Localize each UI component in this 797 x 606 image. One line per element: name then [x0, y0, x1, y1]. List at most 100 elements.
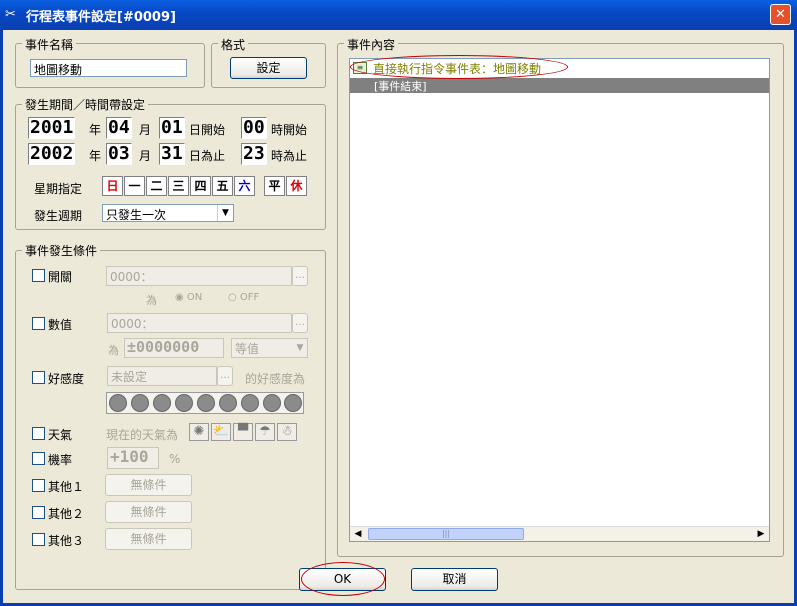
- other2-checkbox[interactable]: [32, 506, 45, 519]
- probability-checkbox[interactable]: [32, 452, 45, 465]
- variable-op-select[interactable]: 等值 ▼: [231, 338, 308, 358]
- favor-label: 好感度: [48, 372, 85, 386]
- unit-end-day: 日為止: [189, 149, 226, 163]
- other3-label: 其他３: [48, 534, 85, 548]
- favor-suffix: 的好感度為: [245, 372, 306, 386]
- switch-checkbox[interactable]: [32, 269, 45, 282]
- sunny-icon[interactable]: ✺: [189, 423, 209, 441]
- favor-level-1[interactable]: [109, 394, 127, 412]
- switch-browse-button[interactable]: …: [292, 266, 308, 286]
- event-name-input[interactable]: 地圖移動: [30, 59, 187, 77]
- conditions-label: 事件發生條件: [22, 242, 101, 259]
- switch-label: 開關: [48, 270, 73, 284]
- cycle-select[interactable]: 只發生一次 ▼: [102, 204, 234, 222]
- variable-input[interactable]: 0000：: [107, 313, 292, 333]
- unit-month: 月: [139, 123, 152, 137]
- unit-start-hour: 時開始: [271, 123, 308, 137]
- end-year[interactable]: 2002: [28, 143, 76, 165]
- switch-on-label: ON: [186, 292, 203, 303]
- app-icon: ✂: [5, 7, 16, 22]
- rain-icon[interactable]: ☂: [255, 423, 275, 441]
- format-settings-button[interactable]: 設定: [230, 57, 307, 79]
- weekday-holiday[interactable]: 休: [286, 176, 307, 196]
- period-label: 發生期間／時間帶設定: [22, 96, 149, 113]
- other1-checkbox[interactable]: [32, 479, 45, 492]
- event-name-label: 事件名稱: [22, 36, 77, 53]
- scroll-thumb[interactable]: |||: [368, 528, 524, 540]
- other1-button[interactable]: 無條件: [105, 474, 192, 496]
- favor-level-9[interactable]: [284, 394, 302, 412]
- start-hour[interactable]: 00: [241, 117, 267, 139]
- other2-button[interactable]: 無條件: [105, 501, 192, 523]
- switch-on-radio[interactable]: ◉ ON: [175, 292, 202, 303]
- switch-off-label: OFF: [239, 292, 260, 303]
- contents-list[interactable]: ≡ 直接執行指令事件表：地圖移動 [事件結束] ◀ ||| ▶: [349, 58, 770, 542]
- chevron-down-icon[interactable]: ▼: [217, 205, 233, 221]
- variable-op-value: 等值: [235, 342, 260, 356]
- weekday-sun[interactable]: 日: [102, 176, 123, 196]
- annotation-ellipse-ok: [301, 562, 385, 596]
- title-bar: ✂ 行程表事件設定[#0009] ✕: [0, 0, 797, 30]
- end-day[interactable]: 31: [159, 143, 185, 165]
- other1-label: 其他１: [48, 480, 85, 494]
- scroll-left-icon[interactable]: ◀: [351, 527, 365, 541]
- contents-label: 事件內容: [344, 36, 399, 53]
- weekday-workday[interactable]: 平: [264, 176, 285, 196]
- snow-icon[interactable]: ☃: [277, 423, 297, 441]
- probability-unit: %: [169, 452, 181, 466]
- favor-level-5[interactable]: [197, 394, 215, 412]
- horizontal-scrollbar[interactable]: ◀ ||| ▶: [350, 526, 769, 541]
- format-label: 格式: [218, 36, 249, 53]
- window-title: 行程表事件設定[#0009]: [26, 10, 176, 25]
- variable-browse-button[interactable]: …: [292, 313, 308, 333]
- unit-year: 年: [89, 123, 102, 137]
- weekday-mon[interactable]: 一: [124, 176, 145, 196]
- weekday-fri[interactable]: 五: [212, 176, 233, 196]
- switch-is-label: 為: [146, 294, 157, 307]
- variable-number[interactable]: ±0000000: [124, 338, 224, 358]
- cancel-button[interactable]: 取消: [411, 568, 498, 591]
- favor-level-6[interactable]: [219, 394, 237, 412]
- favor-level-4[interactable]: [175, 394, 193, 412]
- variable-checkbox[interactable]: [32, 317, 45, 330]
- other3-checkbox[interactable]: [32, 533, 45, 546]
- start-day[interactable]: 01: [159, 117, 185, 139]
- weekday-thu[interactable]: 四: [190, 176, 211, 196]
- close-button[interactable]: ✕: [770, 4, 791, 25]
- favor-level-7[interactable]: [241, 394, 259, 412]
- unit-end-hour: 時為止: [271, 149, 308, 163]
- favor-level-8[interactable]: [263, 394, 281, 412]
- scroll-right-icon[interactable]: ▶: [754, 527, 768, 541]
- unit-month-2: 月: [139, 149, 152, 163]
- favor-level-2[interactable]: [131, 394, 149, 412]
- end-month[interactable]: 03: [106, 143, 132, 165]
- start-year[interactable]: 2001: [28, 117, 76, 139]
- probability-input[interactable]: +100: [107, 447, 159, 469]
- probability-label: 機率: [48, 453, 73, 467]
- partly-cloudy-icon[interactable]: ⛅: [211, 423, 231, 441]
- favor-browse-button[interactable]: …: [217, 366, 233, 386]
- weekday-tue[interactable]: 二: [146, 176, 167, 196]
- weekday-sat[interactable]: 六: [234, 176, 255, 196]
- weekday-wed[interactable]: 三: [168, 176, 189, 196]
- weather-checkbox[interactable]: [32, 427, 45, 440]
- chevron-down-icon[interactable]: ▼: [293, 339, 307, 357]
- weather-text: 現在的天氣為: [106, 428, 179, 442]
- contents-item-2: [事件結束]: [374, 80, 427, 93]
- end-hour[interactable]: 23: [241, 143, 267, 165]
- switch-off-radio[interactable]: ○ OFF: [228, 292, 259, 303]
- favor-input[interactable]: 未設定: [107, 366, 217, 386]
- start-month[interactable]: 04: [106, 117, 132, 139]
- weather-label: 天氣: [48, 428, 73, 442]
- other2-label: 其他２: [48, 507, 85, 521]
- variable-is-label: 為: [108, 344, 119, 357]
- favor-checkbox[interactable]: [32, 371, 45, 384]
- weekday-label: 星期指定: [34, 182, 83, 196]
- unit-start-day: 日開始: [189, 123, 226, 137]
- other3-button[interactable]: 無條件: [105, 528, 192, 550]
- switch-input[interactable]: 0000：: [106, 266, 292, 286]
- cycle-value: 只發生一次: [106, 208, 167, 222]
- cloudy-icon[interactable]: ▀: [233, 423, 253, 441]
- selected-row[interactable]: [事件結束]: [350, 78, 769, 93]
- favor-level-3[interactable]: [153, 394, 171, 412]
